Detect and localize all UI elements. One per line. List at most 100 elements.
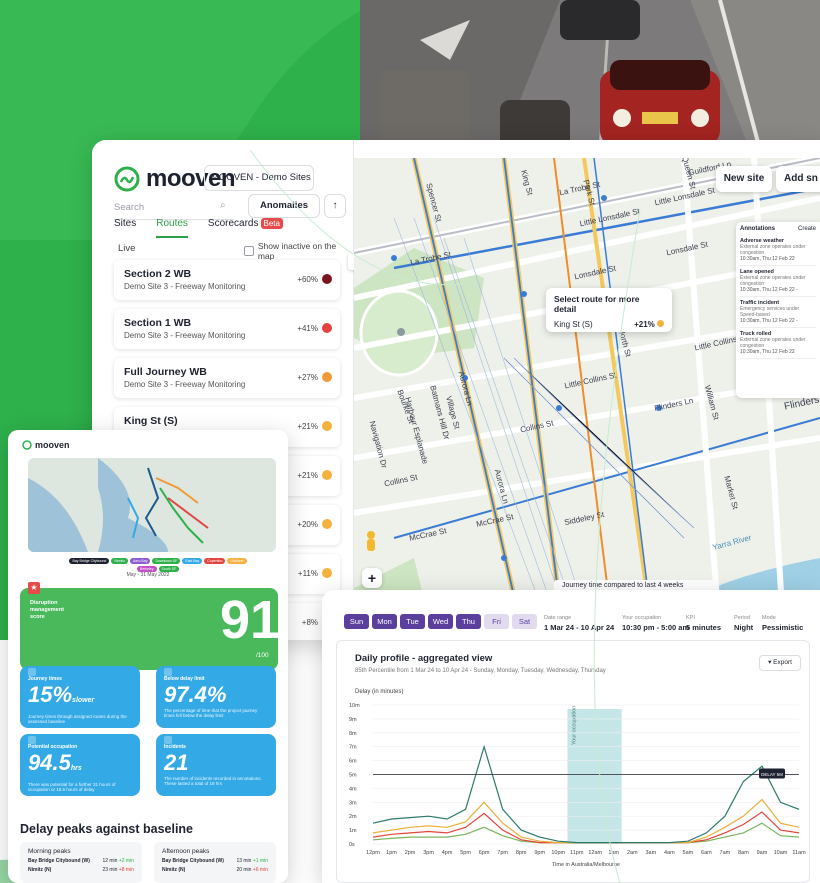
tile-label: Journey times xyxy=(28,676,62,682)
below-delay-limit-tile: Below delay limit 97.4% The percentage o… xyxy=(156,666,276,728)
y-tick-label: 9m xyxy=(349,717,357,723)
delay-line-chart[interactable]: Your occupation 10m 9m 8m 7m 6m 5m 4m 3m 2m 1m 0s 12… xyxy=(337,699,811,883)
filter-meta[interactable]: KPI 5 minutes xyxy=(686,615,721,632)
annotation-body: Emergency services under Speed-based xyxy=(740,306,800,318)
add-button[interactable]: Add sn xyxy=(776,166,820,192)
x-tick-label: 4am xyxy=(664,850,675,856)
day-toggle-sun[interactable]: Sun xyxy=(344,614,369,629)
legend-chip: Aero Bay xyxy=(130,558,151,564)
potential-occupation-tile: Potential occupation 94.5hrs There was p… xyxy=(20,734,140,796)
annotation-body: External zone operates under congestion xyxy=(740,244,806,256)
x-tick-label: 3am xyxy=(645,850,656,856)
search-input[interactable]: Search xyxy=(114,198,234,220)
tile-value: 97.4% xyxy=(164,682,227,707)
meta-value: 5 minutes xyxy=(686,623,722,632)
day-toggle-sat[interactable]: Sat xyxy=(512,614,537,629)
status-dot-icon xyxy=(322,519,332,529)
route-delay-pct: +21% xyxy=(297,471,318,480)
annotation-time: 10:30am, Thu 12 Feb 22 - xyxy=(740,318,798,324)
export-label: Export xyxy=(773,659,792,666)
y-tick-label: 8m xyxy=(349,731,357,737)
status-dot-icon xyxy=(322,274,332,284)
tab-routes[interactable]: Routes xyxy=(156,218,188,238)
annotations-header: Annotations xyxy=(740,226,775,232)
zoom-in-button[interactable]: + xyxy=(362,568,382,588)
day-toggle-thu[interactable]: Thu xyxy=(456,614,481,629)
tab-scorecards[interactable]: Scorecards Beta xyxy=(208,218,283,238)
peak-row: Nimitz (N) 20 min +6 min xyxy=(162,867,268,873)
legend-chip: Cupertino xyxy=(204,558,226,564)
annotation-time: 10:30am, Thu 12 Feb 22 xyxy=(740,349,795,355)
warning-icon xyxy=(164,736,172,744)
peak-delta: +2 min xyxy=(118,858,134,864)
x-tick-label: 4pm xyxy=(442,850,453,856)
x-tick-label: 9am xyxy=(757,850,768,856)
filter-meta[interactable]: Date range 1 Mar 24 - 10 Apr 24 xyxy=(544,615,614,632)
show-inactive-checkbox[interactable] xyxy=(244,246,254,256)
annotation-item[interactable]: Lane opened External zone operates under… xyxy=(740,266,816,297)
search-icon[interactable]: ⌕ xyxy=(220,200,226,211)
day-toggle-wed[interactable]: Wed xyxy=(428,614,453,629)
chart-ylabel: Delay (in minutes) xyxy=(355,689,404,695)
peak-delta: +8 min xyxy=(118,867,134,873)
y-tick-label: 3m xyxy=(349,800,357,806)
peak-row: Bay Bridge Citybound (W) 12 min +2 min xyxy=(28,858,134,864)
export-button[interactable]: ▾ Export xyxy=(759,655,801,671)
annotation-body: External zone operates under congestion xyxy=(740,275,806,287)
occupation-label: Your occupation xyxy=(571,706,577,745)
route-card[interactable]: Section 2 WB Demo Site 3 - Freeway Monit… xyxy=(114,260,340,300)
score-denominator: /100 xyxy=(256,652,269,659)
peak-route: Nimitz (N) xyxy=(28,867,52,873)
morning-peaks-title: Morning peaks xyxy=(28,848,71,855)
x-tick-label: 10pm xyxy=(551,850,565,856)
route-card[interactable]: Section 1 WB Demo Site 3 - Freeway Monit… xyxy=(114,309,340,349)
street-view-pegman-icon[interactable] xyxy=(362,530,380,556)
site-select[interactable]: MOOVEN - Demo Sites - A... xyxy=(204,165,314,191)
popup-pct: +21% xyxy=(634,320,655,329)
sort-button[interactable]: ↑ xyxy=(324,194,346,218)
status-dot-icon xyxy=(322,470,332,480)
status-dot-icon xyxy=(322,568,332,578)
journey-times-tile: Journey times 15%slower Journey times th… xyxy=(20,666,140,728)
filter-meta[interactable]: Your occupation 10:30 pm - 5:00 am xyxy=(622,615,689,632)
day-toggle-mon[interactable]: Mon xyxy=(372,614,397,629)
annotation-item[interactable]: Truck rolled External zone operates unde… xyxy=(740,328,816,359)
daily-profile-panel: Sun Mon Tue Wed Thu Fri Sat Date range 1 Mar 24… xyxy=(322,590,820,883)
x-tick-label: 2am xyxy=(627,850,638,856)
tile-value: 21 xyxy=(164,750,189,775)
filter-meta[interactable]: Mode Pessimistic xyxy=(762,615,803,632)
afternoon-peaks-box: Afternoon peaks Bay Bridge Citybound (W)… xyxy=(154,842,276,883)
x-tick-label: 12am xyxy=(588,850,602,856)
anomalies-button[interactable]: Anomalies xyxy=(248,194,320,218)
route-detail-popup[interactable]: Select route for more detail King St (S)… xyxy=(546,288,672,332)
tab-sites[interactable]: Sites xyxy=(114,218,136,238)
meta-label: Mode xyxy=(762,615,776,621)
legend-chip: Bay Bridge Citybound xyxy=(69,558,110,564)
new-site-button[interactable]: New site xyxy=(716,166,772,192)
annotation-item[interactable]: Traffic incident Emergency services unde… xyxy=(740,297,816,328)
tile-description: The number of incidents recorded in anno… xyxy=(164,776,262,786)
live-label: Live xyxy=(118,243,136,254)
tile-label: Potential occupation xyxy=(28,744,78,750)
meta-label: Your occupation xyxy=(622,615,662,621)
x-tick-label: 8am xyxy=(738,850,749,856)
create-annotation-button[interactable]: Create xyxy=(798,226,816,232)
day-toggle-fri[interactable]: Fri xyxy=(484,614,509,629)
tile-label: Below delay limit xyxy=(164,676,205,682)
peak-value: 12 min xyxy=(102,858,118,864)
incidents-tile: Incidents 21 The number of incidents rec… xyxy=(156,734,276,796)
route-delay-pct: +41% xyxy=(297,324,318,333)
x-tick-label: 9pm xyxy=(534,850,545,856)
peak-value: 23 min xyxy=(102,867,118,873)
route-card[interactable]: Full Journey WB Demo Site 3 - Freeway Mo… xyxy=(114,358,340,398)
annotation-item[interactable]: Adverse weather External zone operates u… xyxy=(740,235,816,266)
chart-subtitle: 85th Percentile from 1 Mar 24 to 10 Apr … xyxy=(355,668,606,674)
filter-meta[interactable]: Period Night xyxy=(734,615,753,632)
day-toggle-tue[interactable]: Tue xyxy=(400,614,425,629)
report-legend: Bay Bridge Citybound Ninnitz Aero Bay Downt… xyxy=(68,558,248,572)
peak-row: Nimitz (N) 23 min +8 min xyxy=(28,867,134,873)
y-tick-label: 5m xyxy=(349,773,357,779)
meta-value: 1 Mar 24 - 10 Apr 24 xyxy=(544,623,615,632)
show-inactive-toggle[interactable]: Show inactive on the map xyxy=(244,241,353,261)
tile-description: The percentage of time that the project … xyxy=(164,708,258,718)
